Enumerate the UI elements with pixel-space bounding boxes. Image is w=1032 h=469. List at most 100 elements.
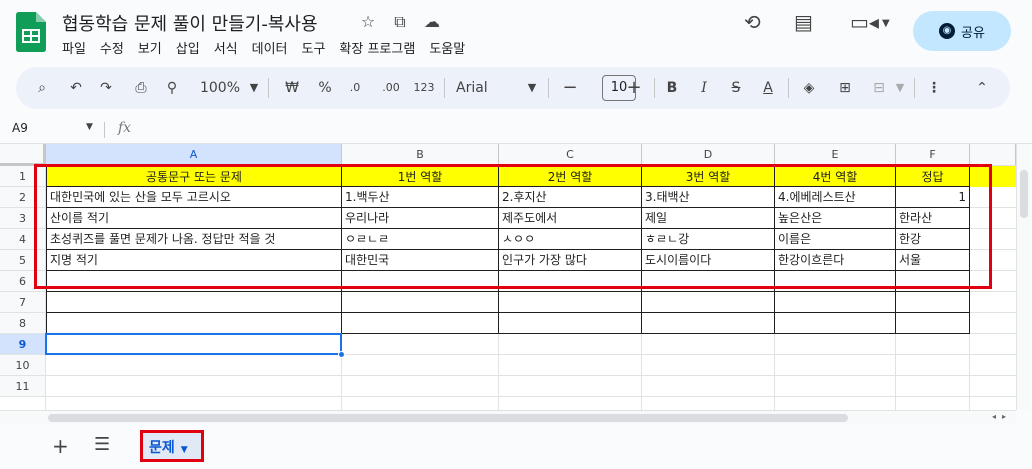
- decrease-font-size-button[interactable]: −: [560, 67, 580, 109]
- print-icon[interactable]: ⎙: [130, 67, 152, 109]
- column-header-f[interactable]: F: [896, 144, 970, 166]
- table-cell[interactable]: [896, 313, 970, 334]
- row-header-7[interactable]: 7: [0, 292, 46, 313]
- toolbar-divider: [654, 78, 655, 98]
- number-format-button[interactable]: 123: [410, 67, 438, 109]
- menu-help[interactable]: 도움말: [429, 38, 472, 57]
- document-title[interactable]: 협동학습 문제 풀이 만들기-복사용: [62, 10, 318, 36]
- fill-handle[interactable]: [338, 351, 345, 358]
- paint-format-icon[interactable]: ⚲: [162, 67, 182, 109]
- sheet-tab-caret-icon[interactable]: ▼: [181, 445, 188, 455]
- row-header-10[interactable]: 10: [0, 355, 46, 376]
- video-call-icon[interactable]: ▭◂: [850, 10, 879, 34]
- undo-icon[interactable]: ↶: [66, 67, 86, 109]
- name-box[interactable]: A9: [12, 121, 28, 135]
- folder-move-icon[interactable]: ⧉: [390, 12, 410, 32]
- table-cell[interactable]: [775, 313, 896, 334]
- table-cell[interactable]: [499, 292, 642, 313]
- table-cell[interactable]: [46, 292, 342, 313]
- selected-cell-a9[interactable]: [45, 333, 342, 355]
- table-cell[interactable]: [342, 292, 499, 313]
- gridline: [46, 396, 1016, 397]
- share-button[interactable]: ◉ 공유: [913, 11, 1011, 51]
- toolbar: ⌕ ↶ ↷ ⎙ ⚲ 100% ▼ ₩ % .0 .00 123 Arial ▼ …: [16, 67, 1010, 109]
- toolbar-divider: [788, 78, 789, 98]
- scroll-arrows[interactable]: ◂▸: [992, 412, 1012, 421]
- all-sheets-button[interactable]: ☰: [94, 434, 110, 455]
- strikethrough-icon[interactable]: S: [726, 67, 746, 109]
- font-caret-icon[interactable]: ▼: [526, 67, 538, 109]
- menu-tools[interactable]: 도구: [302, 38, 333, 57]
- fill-color-icon[interactable]: ◈: [798, 67, 820, 109]
- add-sheet-button[interactable]: +: [52, 434, 69, 458]
- menu-extensions[interactable]: 확장 프로그램: [339, 38, 422, 57]
- horizontal-scroll-thumb[interactable]: [48, 414, 848, 422]
- cloud-status-icon[interactable]: ☁: [422, 12, 442, 32]
- globe-icon: ◉: [939, 23, 956, 39]
- star-icon[interactable]: ☆: [358, 12, 378, 32]
- fx-icon: fx: [118, 120, 132, 136]
- menu-format[interactable]: 서식: [214, 38, 245, 57]
- sheet-tabs-bar: + ☰ 문제 ▼: [0, 424, 1032, 469]
- formula-bar: A9 ▼ fx: [0, 116, 1032, 144]
- table-cell[interactable]: [642, 292, 775, 313]
- toolbar-divider: [914, 78, 915, 98]
- italic-icon[interactable]: I: [694, 67, 714, 109]
- share-label: 공유: [961, 25, 985, 41]
- table-cell[interactable]: [499, 313, 642, 334]
- select-all-corner[interactable]: [0, 144, 46, 166]
- row-header-8[interactable]: 8: [0, 313, 46, 334]
- currency-format-button[interactable]: ₩: [280, 67, 304, 109]
- more-options-icon[interactable]: ⋮: [924, 67, 944, 109]
- menu-bar: 파일 수정 보기 삽입 서식 데이터 도구 확장 프로그램 도움말: [62, 38, 479, 57]
- row-header-11[interactable]: 11: [0, 376, 46, 397]
- merge-cells-icon[interactable]: ⊟: [868, 67, 890, 109]
- merge-caret-icon[interactable]: ▼: [894, 67, 906, 109]
- increase-decimal-button[interactable]: .00: [378, 67, 404, 109]
- menu-file[interactable]: 파일: [62, 38, 93, 57]
- table-cell[interactable]: [642, 313, 775, 334]
- comments-icon[interactable]: ▤: [794, 10, 813, 34]
- sheet-tab[interactable]: 문제 ▼: [140, 430, 204, 462]
- table-cell[interactable]: [896, 292, 970, 313]
- increase-font-size-button[interactable]: +: [624, 67, 644, 109]
- sheet-tab-label: 문제: [149, 440, 175, 456]
- spreadsheet-grid[interactable]: A B C D E F 1 2 3 4 5 6 7 8 9 10 11 공통문구 또는 문제 1번 역할 2번 역할 3…: [0, 144, 1016, 410]
- redo-icon[interactable]: ↷: [96, 67, 116, 109]
- title-actions: ☆ ⧉ ☁: [358, 12, 442, 32]
- menu-data[interactable]: 데이터: [252, 38, 295, 57]
- percent-format-button[interactable]: %: [314, 67, 336, 109]
- vertical-scrollbar[interactable]: [1016, 144, 1030, 410]
- menu-view[interactable]: 보기: [138, 38, 169, 57]
- name-box-caret-icon[interactable]: ▼: [86, 122, 93, 132]
- horizontal-scrollbar[interactable]: ◂▸: [0, 410, 1016, 424]
- text-color-icon[interactable]: A: [758, 67, 778, 109]
- table-cell[interactable]: [775, 292, 896, 313]
- row-header-9[interactable]: 9: [0, 334, 46, 355]
- sheets-logo-icon[interactable]: [16, 12, 46, 52]
- bold-icon[interactable]: B: [662, 67, 682, 109]
- column-header-c[interactable]: C: [499, 144, 642, 166]
- table-cell[interactable]: [46, 313, 342, 334]
- formula-divider: [104, 122, 105, 138]
- column-header-g[interactable]: [970, 144, 1016, 166]
- column-header-a[interactable]: A: [46, 144, 342, 166]
- history-icon[interactable]: ⟲: [744, 10, 761, 34]
- search-icon[interactable]: ⌕: [32, 67, 52, 109]
- borders-icon[interactable]: ⊞: [834, 67, 856, 109]
- gridline: [46, 375, 1016, 376]
- zoom-select[interactable]: 100%: [196, 67, 244, 109]
- column-header-e[interactable]: E: [775, 144, 896, 166]
- menu-insert[interactable]: 삽입: [176, 38, 207, 57]
- vertical-scroll-thumb[interactable]: [1020, 170, 1028, 218]
- meet-dropdown-icon[interactable]: ▼: [882, 18, 890, 29]
- font-family-select[interactable]: Arial: [456, 67, 516, 109]
- zoom-caret-icon[interactable]: ▼: [248, 67, 260, 109]
- table-cell[interactable]: [342, 313, 499, 334]
- menu-edit[interactable]: 수정: [100, 38, 131, 57]
- column-header-b[interactable]: B: [342, 144, 499, 166]
- highlight-annotation-box: [34, 164, 992, 289]
- decrease-decimal-button[interactable]: .0: [342, 67, 368, 109]
- collapse-toolbar-icon[interactable]: ⌃: [972, 67, 992, 109]
- column-header-d[interactable]: D: [642, 144, 775, 166]
